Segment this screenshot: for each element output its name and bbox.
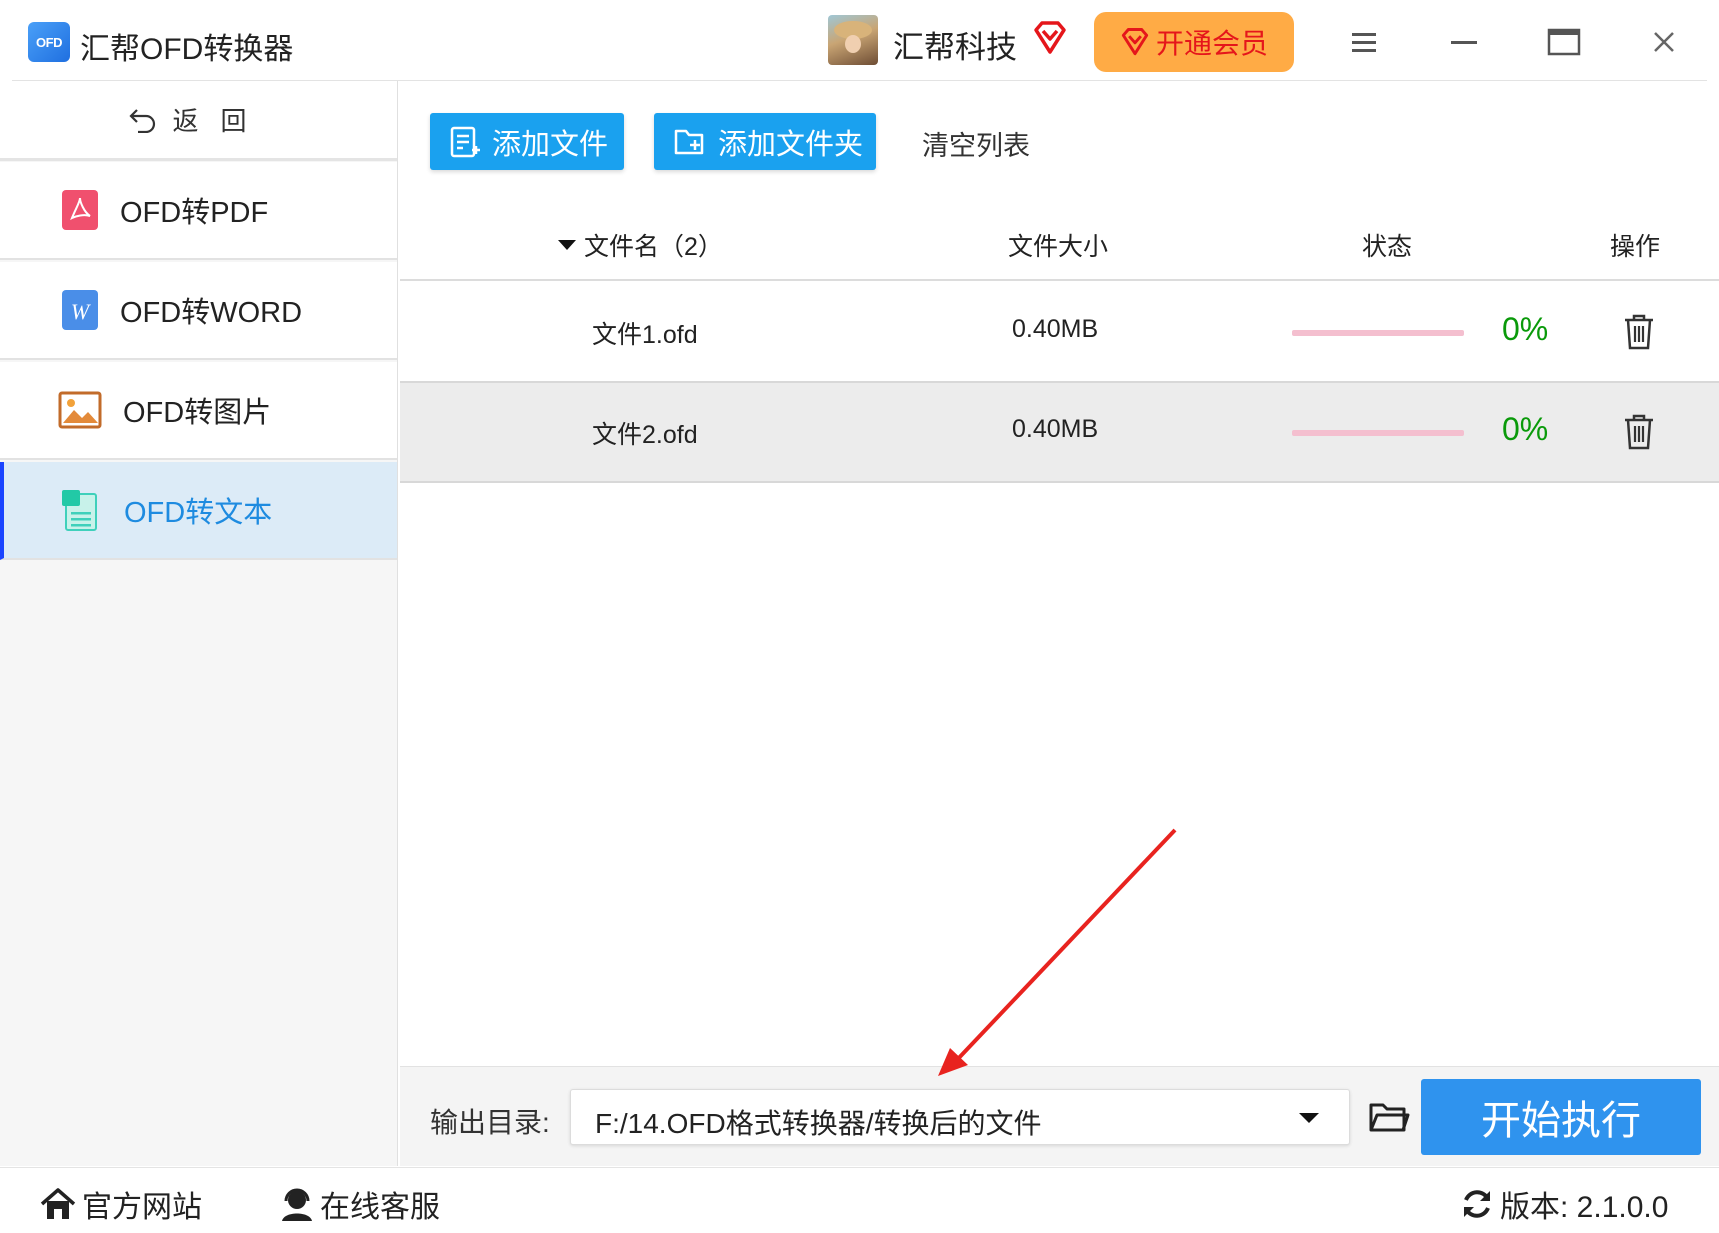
official-website-label: 官方网站 bbox=[82, 1191, 202, 1224]
folder-open-icon[interactable] bbox=[1368, 1097, 1410, 1137]
trash-icon[interactable] bbox=[1622, 413, 1656, 451]
online-support-label: 在线客服 bbox=[320, 1191, 440, 1224]
sidebar-item-ofd-to-text[interactable]: OFD转文本 bbox=[0, 462, 397, 560]
add-file-button[interactable]: 添加文件 bbox=[430, 113, 624, 170]
menu-button[interactable] bbox=[1342, 20, 1386, 64]
progress-bar bbox=[1292, 430, 1464, 436]
app-title: 汇帮OFD转换器 bbox=[80, 33, 294, 66]
minimize-icon bbox=[1451, 41, 1477, 44]
file-table-header: 文件名（2） 文件大小 状态 操作 bbox=[400, 205, 1719, 281]
table-row[interactable]: 文件1.ofd 0.40MB 0% bbox=[400, 283, 1719, 383]
sidebar: 返回 OFD转PDF W OFD转WORD OFD转图片 OFD转文本 bbox=[0, 81, 398, 1166]
minimize-button[interactable] bbox=[1442, 20, 1486, 64]
progress-bar bbox=[1292, 330, 1464, 336]
vip-button[interactable]: 开通会员 bbox=[1094, 12, 1294, 72]
sidebar-item-label: OFD转WORD bbox=[120, 297, 303, 329]
close-icon bbox=[1654, 32, 1674, 52]
app-logo: OFD bbox=[28, 22, 70, 62]
file-size: 0.40MB bbox=[1012, 415, 1099, 443]
maximize-icon bbox=[1547, 28, 1581, 56]
pdf-icon bbox=[62, 190, 98, 230]
file-name: 文件1.ofd bbox=[592, 321, 698, 349]
official-website-link[interactable]: 官方网站 bbox=[40, 1182, 202, 1226]
output-dir-label: 输出目录: bbox=[430, 1107, 550, 1138]
file-size: 0.40MB bbox=[1012, 315, 1099, 343]
table-row[interactable]: 文件2.ofd 0.40MB 0% bbox=[400, 383, 1719, 483]
word-icon: W bbox=[62, 290, 98, 330]
output-bar: 输出目录: F:/14.OFD格式转换器/转换后的文件 开始执行 bbox=[400, 1066, 1719, 1166]
add-folder-button[interactable]: 添加文件夹 bbox=[654, 113, 876, 170]
column-header-name[interactable]: 文件名（2） bbox=[558, 227, 723, 263]
image-icon bbox=[58, 391, 102, 429]
add-file-label: 添加文件 bbox=[492, 128, 609, 161]
add-file-icon bbox=[450, 126, 480, 157]
sidebar-item-label: OFD转图片 bbox=[123, 397, 272, 429]
sidebar-item-label: OFD转PDF bbox=[120, 197, 269, 229]
column-header-status: 状态 bbox=[1362, 233, 1413, 261]
chevron-down-icon bbox=[1299, 1113, 1319, 1123]
trash-icon[interactable] bbox=[1622, 313, 1656, 351]
back-button[interactable]: 返回 bbox=[0, 81, 397, 161]
start-button[interactable]: 开始执行 bbox=[1421, 1079, 1701, 1155]
column-header-action: 操作 bbox=[1610, 233, 1661, 261]
back-arrow-icon bbox=[129, 108, 156, 133]
vip-label: 开通会员 bbox=[1155, 28, 1268, 59]
version-label: 版本: 2.1.0.0 bbox=[1500, 1191, 1669, 1224]
footer: 官方网站 在线客服 版本: 2.1.0.0 bbox=[0, 1167, 1719, 1233]
add-folder-label: 添加文件夹 bbox=[718, 128, 864, 161]
column-header-size: 文件大小 bbox=[1008, 233, 1109, 261]
sort-desc-icon bbox=[558, 240, 576, 251]
avatar[interactable] bbox=[828, 15, 878, 65]
headset-icon bbox=[282, 1188, 312, 1221]
user-name: 汇帮科技 bbox=[893, 30, 1017, 65]
add-folder-icon bbox=[674, 129, 704, 154]
sidebar-item-ofd-to-word[interactable]: W OFD转WORD bbox=[0, 262, 397, 360]
title-bar: OFD 汇帮OFD转换器 汇帮科技 开通会员 bbox=[0, 0, 1719, 80]
online-support-link[interactable]: 在线客服 bbox=[280, 1182, 440, 1226]
refresh-icon bbox=[1464, 1190, 1490, 1218]
back-label: 返回 bbox=[172, 106, 269, 136]
column-header-name-label: 文件名（2） bbox=[584, 233, 723, 261]
sidebar-item-ofd-to-pdf[interactable]: OFD转PDF bbox=[0, 162, 397, 260]
maximize-button[interactable] bbox=[1542, 20, 1586, 64]
output-dir-select[interactable]: F:/14.OFD格式转换器/转换后的文件 bbox=[570, 1089, 1350, 1145]
clear-list-button[interactable]: 清空列表 bbox=[922, 124, 1030, 163]
progress-percent: 0% bbox=[1502, 311, 1549, 347]
sidebar-item-label: OFD转文本 bbox=[124, 497, 273, 529]
home-icon bbox=[40, 1188, 76, 1219]
progress-percent: 0% bbox=[1502, 411, 1549, 447]
file-name: 文件2.ofd bbox=[592, 421, 698, 449]
hamburger-icon bbox=[1352, 33, 1376, 52]
text-doc-icon bbox=[62, 490, 97, 531]
output-dir-path: F:/14.OFD格式转换器/转换后的文件 bbox=[595, 1108, 1042, 1139]
vip-diamond-icon bbox=[1121, 28, 1149, 56]
sidebar-item-ofd-to-image[interactable]: OFD转图片 bbox=[0, 362, 397, 460]
close-button[interactable] bbox=[1642, 20, 1686, 64]
svg-text:W: W bbox=[71, 299, 91, 324]
version-info[interactable]: 版本: 2.1.0.0 bbox=[1460, 1182, 1668, 1226]
vip-diamond-icon bbox=[1034, 21, 1066, 54]
